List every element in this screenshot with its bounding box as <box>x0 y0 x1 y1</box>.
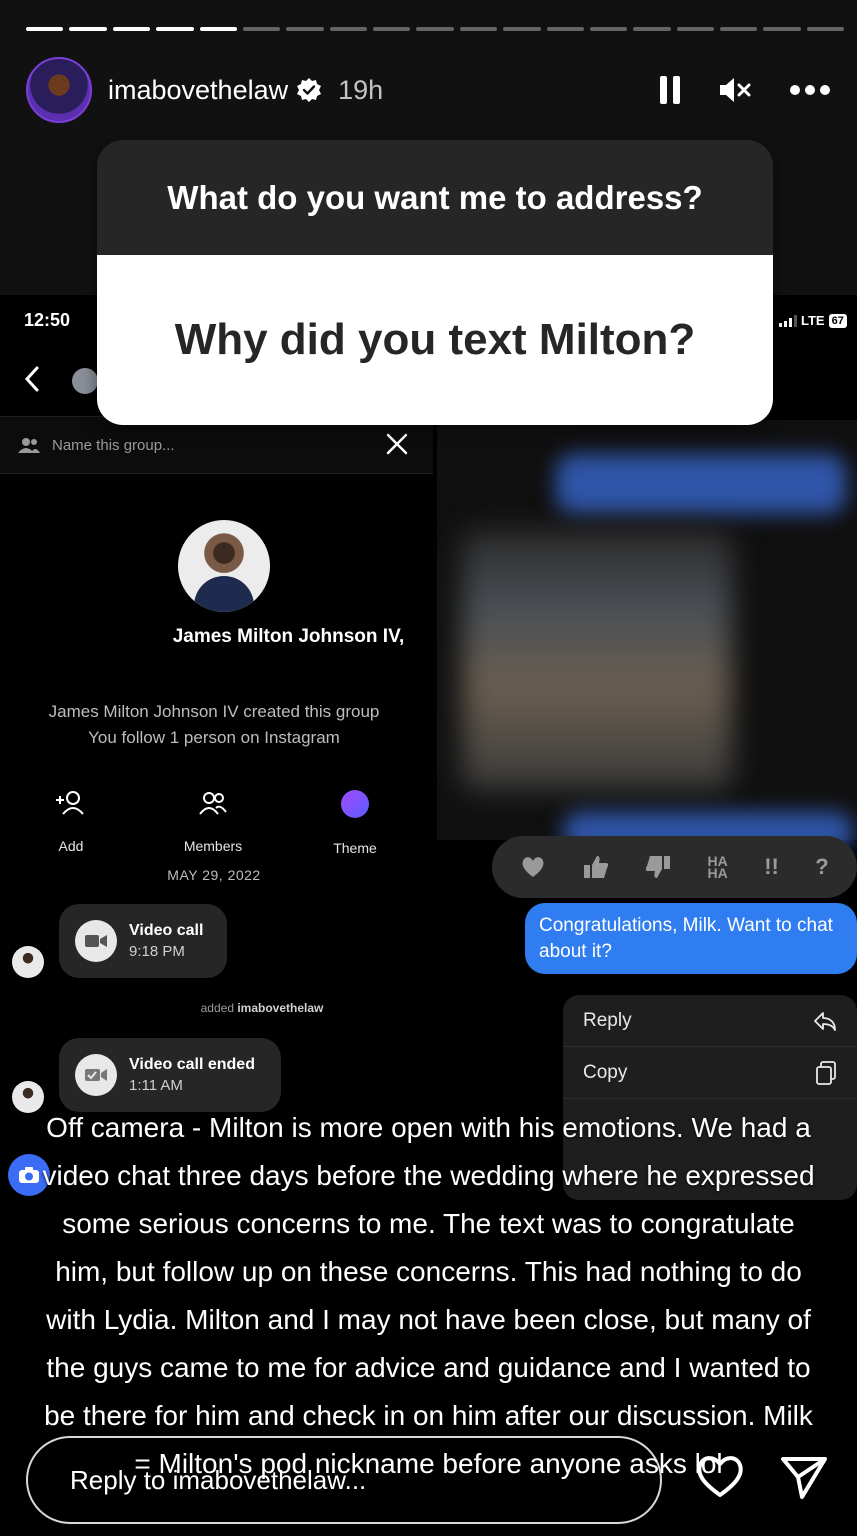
add-label: Add <box>58 838 84 854</box>
story-header: imabovethelaw 19h <box>26 57 831 123</box>
chat-avatar <box>72 368 98 394</box>
members-icon <box>199 792 227 815</box>
question-sticker: What do you want me to address? Why did … <box>97 140 773 425</box>
call-title: Video call <box>129 922 204 939</box>
story-progress <box>26 27 845 31</box>
progress-segment <box>763 27 801 31</box>
group-people-icon <box>18 438 40 453</box>
members-label: Members <box>183 838 243 854</box>
blurred-image <box>462 530 732 790</box>
add-person-icon <box>56 791 84 815</box>
copy-icon <box>816 1060 836 1085</box>
pause-icon[interactable] <box>659 75 681 105</box>
back-chevron-icon <box>24 366 39 392</box>
muted-speaker-icon[interactable] <box>719 75 751 105</box>
profile-photo <box>178 520 270 612</box>
added-text: added <box>200 1001 234 1015</box>
follow-info: You follow 1 person on Instagram <box>88 728 340 747</box>
progress-segment <box>459 27 498 31</box>
heart-icon[interactable] <box>695 1453 745 1499</box>
blurred-message <box>556 454 846 514</box>
call-ended-icon <box>75 1054 117 1096</box>
reply-input[interactable]: Reply to imabovethelaw... <box>26 1436 662 1524</box>
progress-segment <box>503 27 541 31</box>
reaction-bar: HA HA !! ? <box>492 836 857 898</box>
network-label: LTE <box>801 313 825 328</box>
haha-reaction: HA HA <box>707 853 728 881</box>
progress-segment <box>199 27 237 31</box>
progress-segment <box>720 27 758 31</box>
group-name-placeholder: Name this group... <box>52 436 175 454</box>
send-icon[interactable] <box>780 1456 828 1500</box>
members-action: Members <box>142 790 284 856</box>
date-divider: MAY 29, 2022 <box>167 867 261 883</box>
menu-copy-label: Copy <box>583 1061 628 1083</box>
video-call-ended-bubble: Video call ended 1:11 AM <box>59 1038 281 1112</box>
progress-segment <box>156 27 194 31</box>
menu-reply-label: Reply <box>583 1009 632 1031</box>
question-prompt: What do you want me to address? <box>97 140 773 255</box>
added-username: imabovethelaw <box>237 1001 324 1015</box>
sent-message-bubble: Congratulations, Milk. Want to chat abou… <box>525 903 857 974</box>
sender-avatar <box>12 946 44 978</box>
progress-segment <box>329 27 367 31</box>
post-time: 19h <box>338 74 384 105</box>
theme-action: Theme <box>284 790 426 856</box>
avatar[interactable] <box>26 57 92 123</box>
progress-segment <box>69 27 107 31</box>
thumbs-up-icon <box>583 856 608 878</box>
question-answer: Why did you text Milton? <box>97 255 773 425</box>
added-member-note: added imabovethelaw <box>0 1001 524 1015</box>
battery-level: 67 <box>828 313 847 328</box>
username[interactable]: imabovethelaw <box>108 75 288 106</box>
status-indicators: LTE 67 <box>779 313 847 328</box>
status-time: 12:50 <box>24 310 71 330</box>
progress-segment <box>676 27 714 31</box>
reply-placeholder: Reply to imabovethelaw... <box>70 1464 367 1495</box>
menu-item-reply: Reply <box>563 995 857 1047</box>
progress-segment <box>633 27 671 31</box>
signal-icon <box>779 314 797 327</box>
progress-segment <box>416 27 454 31</box>
theme-label: Theme <box>333 840 377 856</box>
add-action: Add <box>0 790 142 856</box>
progress-segment <box>112 27 151 31</box>
story-viewer: 12:50 LTE 67 Name this group... James Mi… <box>0 0 857 1536</box>
story-caption: Off camera - Milton is more open with hi… <box>42 1112 815 1479</box>
emphasis-reaction: !! <box>764 854 779 879</box>
call-ended-time: 1:11 AM <box>129 1077 183 1094</box>
reply-arrow-icon <box>814 1011 836 1031</box>
call-time: 9:18 PM <box>129 943 185 960</box>
thumbs-down-icon <box>645 856 671 878</box>
progress-segment <box>806 27 845 31</box>
progress-segment <box>242 27 281 31</box>
progress-segment <box>26 27 64 31</box>
call-ended-title: Video call ended <box>129 1056 255 1073</box>
group-created-info: James Milton Johnson IV created this gro… <box>48 702 380 721</box>
video-call-bubble: Video call 9:18 PM <box>59 904 227 978</box>
verified-badge-icon <box>297 78 322 102</box>
theme-dot-icon <box>341 790 369 818</box>
progress-segment <box>286 27 324 31</box>
more-options-icon[interactable] <box>789 84 831 96</box>
menu-item-copy: Copy <box>563 1047 857 1099</box>
question-reaction: ? <box>815 854 829 879</box>
progress-segment <box>373 27 411 31</box>
close-icon <box>386 433 408 455</box>
heart-reaction-icon <box>522 857 544 877</box>
group-actions: Add Members Theme <box>0 790 428 856</box>
video-camera-icon <box>75 920 117 962</box>
progress-segment <box>589 27 628 31</box>
progress-segment <box>546 27 584 31</box>
